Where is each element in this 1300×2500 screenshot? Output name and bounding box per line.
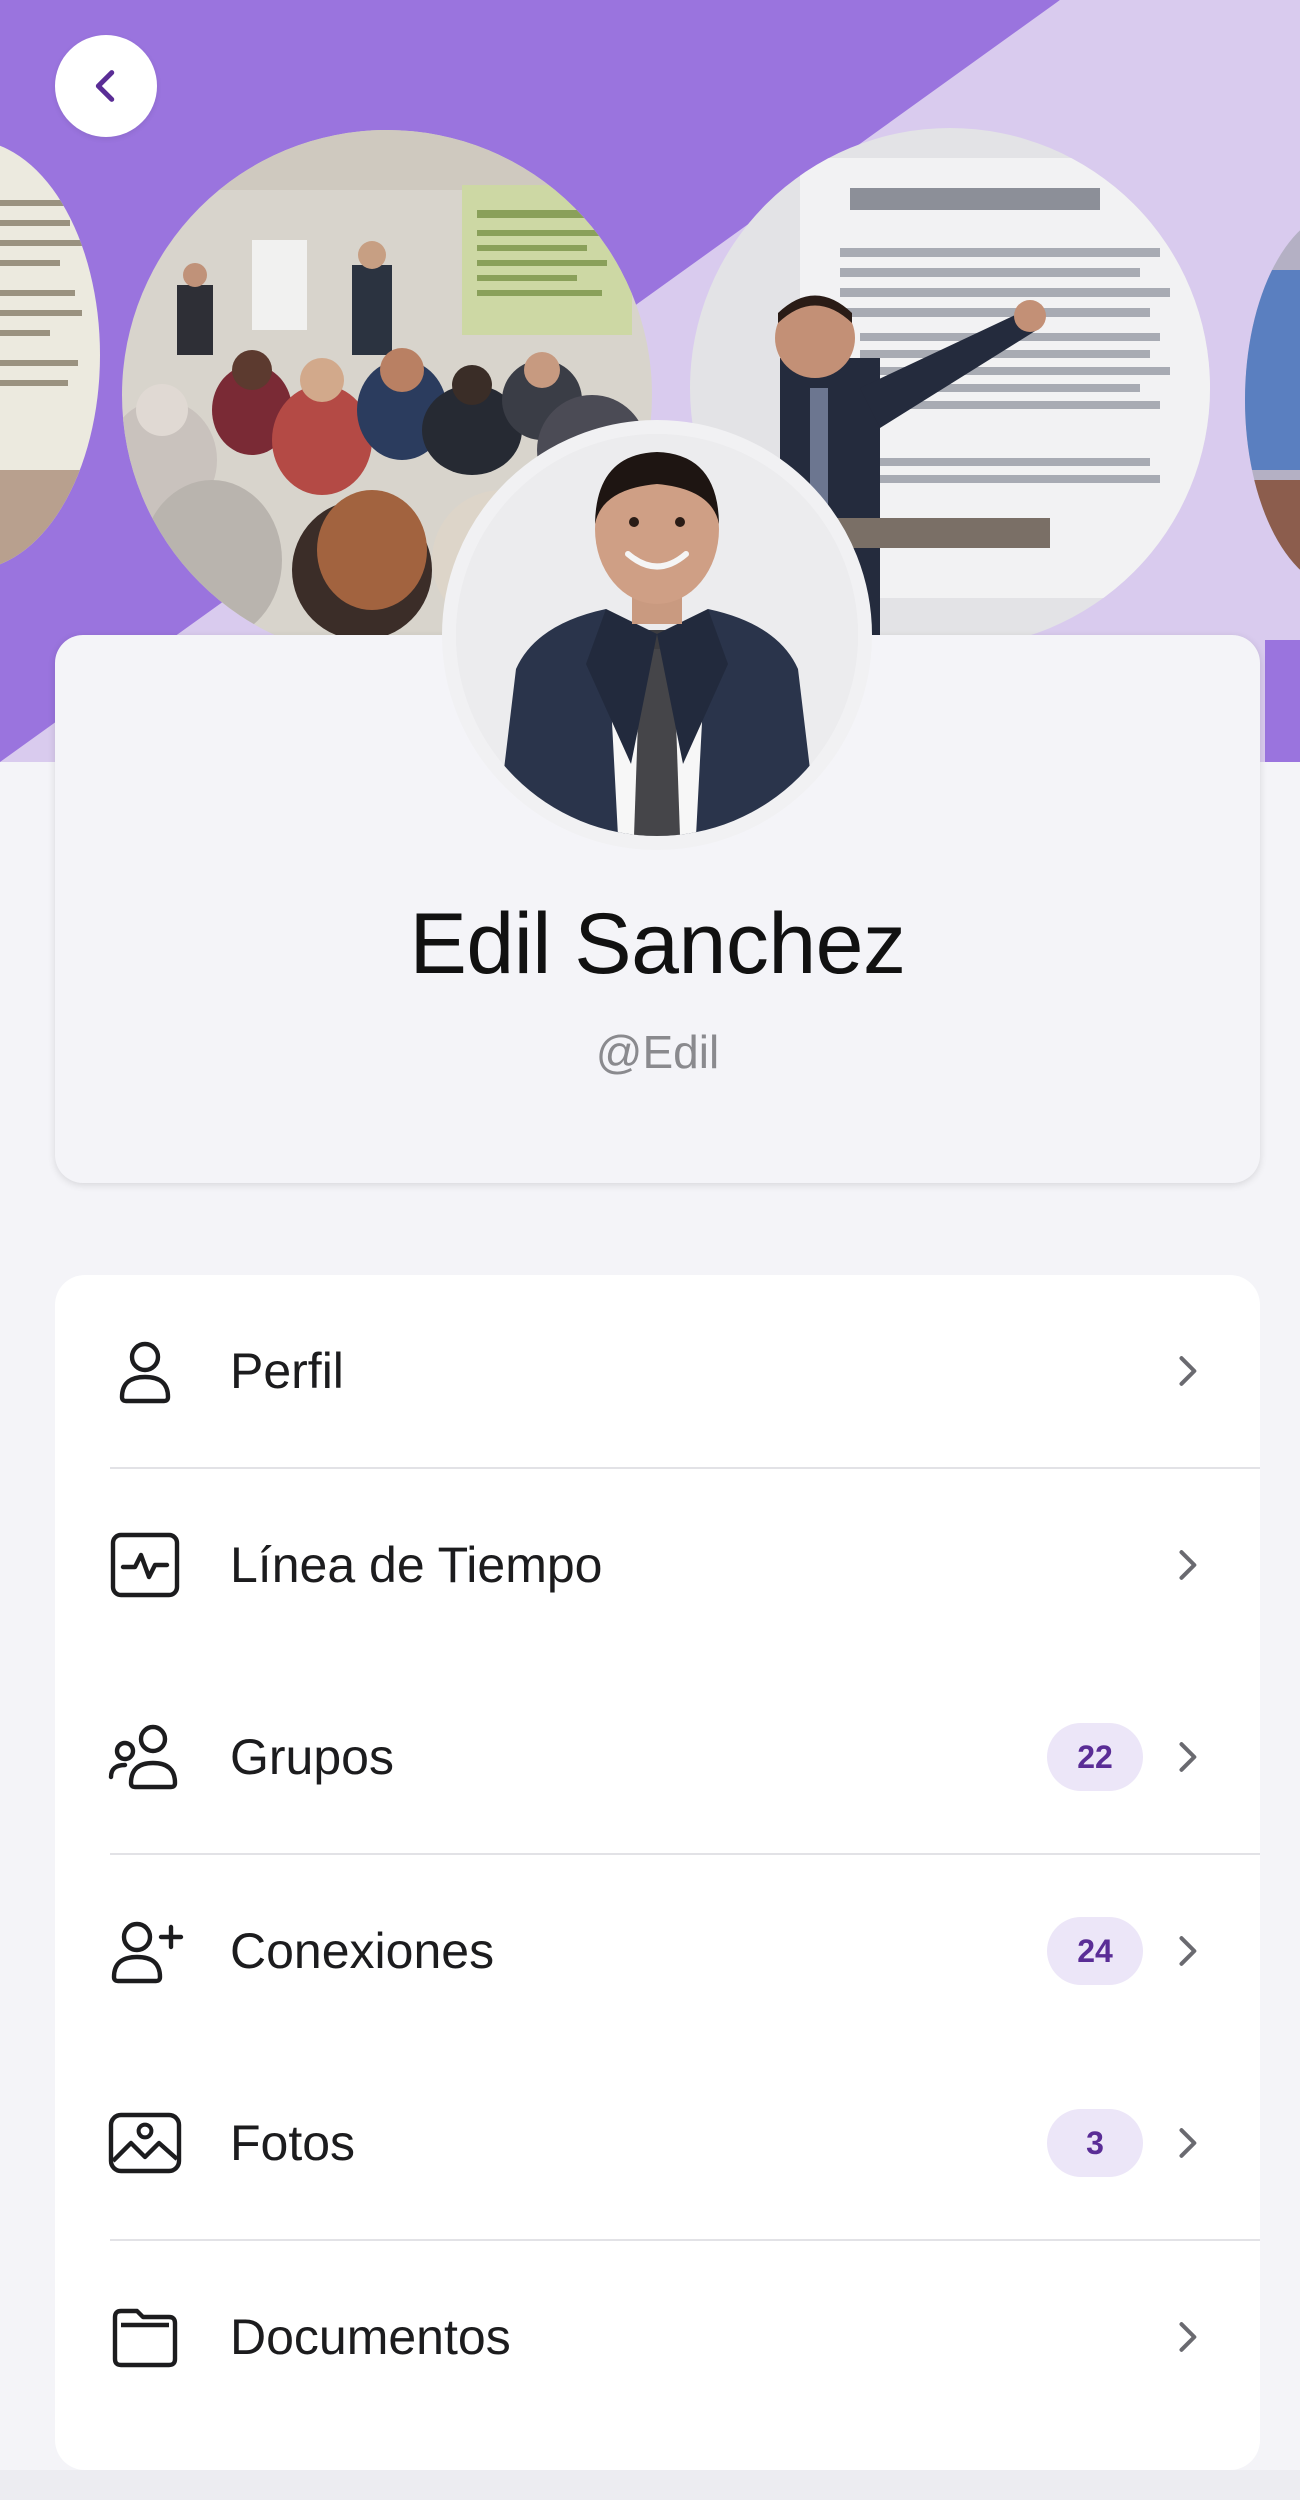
menu-item-conexiones[interactable]: Conexiones 24 [55, 1855, 1260, 2047]
user-plus-icon [105, 1911, 185, 1991]
chevron-right-icon [1179, 1356, 1197, 1386]
avatar[interactable] [442, 420, 872, 850]
menu-label: Grupos [230, 1729, 394, 1785]
count-badge: 3 [1047, 2109, 1143, 2177]
menu-item-linea-de-tiempo[interactable]: Línea de Tiempo [55, 1469, 1260, 1661]
chevron-right-icon [1179, 1742, 1197, 1772]
image-icon [105, 2103, 185, 2183]
profile-menu: Perfil Línea de Tiempo Grupos 22 Conexio… [55, 1275, 1260, 2470]
profile-handle: @Edil [595, 1026, 720, 1078]
user-icon [105, 1331, 185, 1411]
menu-item-documentos[interactable]: Documentos [55, 2241, 1260, 2433]
chevron-right-icon [1179, 2322, 1197, 2352]
chevron-left-icon [95, 70, 115, 102]
menu-label: Conexiones [230, 1923, 495, 1979]
bottom-edge [0, 2470, 1300, 2500]
chevron-right-icon [1179, 2128, 1197, 2158]
count-badge: 24 [1047, 1917, 1143, 1985]
menu-item-perfil[interactable]: Perfil [55, 1275, 1260, 1467]
back-button[interactable] [55, 35, 157, 137]
activity-icon [105, 1525, 185, 1605]
menu-label: Documentos [230, 2309, 511, 2365]
menu-label: Línea de Tiempo [230, 1537, 603, 1593]
count-badge: 22 [1047, 1723, 1143, 1791]
menu-label: Fotos [230, 2115, 356, 2171]
menu-item-fotos[interactable]: Fotos 3 [55, 2047, 1260, 2239]
menu-item-grupos[interactable]: Grupos 22 [55, 1661, 1260, 1853]
folder-icon [105, 2297, 185, 2377]
profile-name: Edil Sanchez [409, 896, 906, 992]
chevron-right-icon [1179, 1936, 1197, 1966]
chevron-right-icon [1179, 1550, 1197, 1580]
menu-label: Perfil [230, 1343, 344, 1399]
users-icon [105, 1717, 185, 1797]
